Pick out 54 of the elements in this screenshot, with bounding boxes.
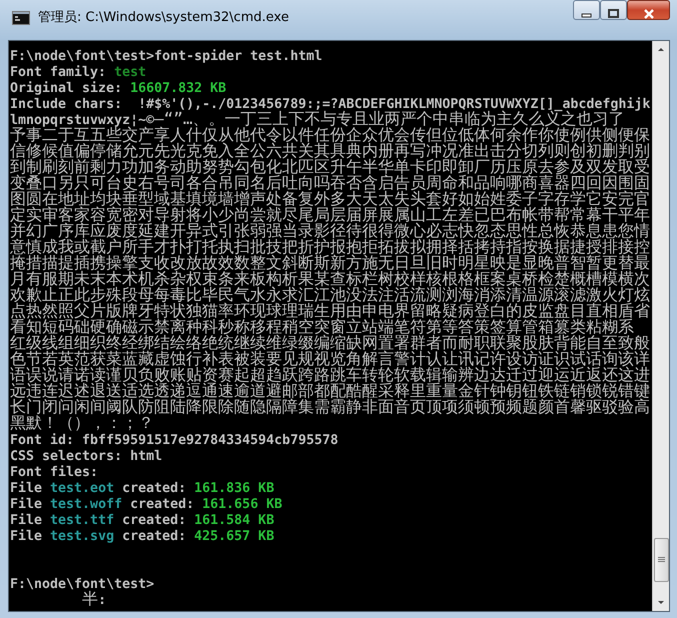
console-text: 到制刷刻前剩力功加务动助努势勾包化北匹区升午半华单卡印即卸厂历压原去参及双发取受 [10,161,650,176]
console-text: 定实审客家容宽密对导射将小少尚尝就尽尾局层届屏展属山工左差已巴布帐带帮常幕干平年 [10,209,650,224]
console-text: 半: [82,593,106,608]
console-text: 信修候值偏停储允元先光克免入全公六共关其具典内册再写冲况准出击分切列则创初删判别 [10,145,650,160]
console-text: 161.584 KB [194,513,274,528]
console-text: 远违连迟述退送适选透递逗通速逾道避邮部都配酷醒采释里重量金针钟钥钮铁链销锁锐错键 [10,385,650,400]
console-text: File [10,481,44,496]
console-text: lmnopqrstuvwxyz¦~©—“”…、。一丁三上下不与专且业两严个中串临为主久么义之也习了 [10,113,625,128]
scrollbar-thumb[interactable] [654,538,668,582]
window-title: 管理员: C:\Windows\system32\cmd.exe [38,9,289,27]
console-text: 色节若英范获菜蓝藏虚蚀行补表被装要见规视览角解言警计认让讯记许设访证识试话询该详 [10,353,650,368]
console-text: 长门闭问闲间阈队防阻陆降限除随隐隔障集需霸静非面音页顶项须顿预频题颜首馨驱驳验高 [10,401,650,416]
console-text: 看知短码础硬确磁示禁离种科秒称移程稍空突窗立站端笔符第等答策签算管箱篡类粘糊系 [10,321,634,336]
console-text: File [10,513,44,528]
console-text: 点热然照父片版牌牙特状独猫率环现球理瑞生用由申电界留略疑病登白的皮监盘目直相盾省 [10,305,650,320]
console-text: 425.657 KB [194,529,274,544]
maximize-icon [608,9,619,18]
terminal-icon [12,10,30,25]
console-text: test.eot [50,481,114,496]
console-text: 黑默！（），：；？ [10,417,154,432]
console-text: 161.836 KB [194,481,274,496]
close-button[interactable] [627,0,670,20]
console-text: Font id: fbff59591517e92784334594cb795578 [10,433,338,448]
console-text: 并幻广序库应废度延建开异式引张弱强当录影径待很得微心必志快忽态思性总恢恭息患您情 [10,225,650,240]
console-text: created: [121,529,188,544]
close-icon [642,8,654,19]
console-text: F:\node\font\test> [10,577,154,592]
console-text: 欢歉止正此步殊段母每毒比毕民气水永求汇江池没法注活流测浏海消添清温源滚滤激火灯炫 [10,289,650,304]
console-text: 161.656 KB [202,497,282,512]
console-text: test.ttf [50,513,114,528]
console-text: 予事二于互五些交产享人什仅从他代令以件任份企众优会传但位低体何余作你使例供侧便保 [10,129,650,144]
console-text: created: [121,513,188,528]
console-text: File [10,497,44,512]
grip-icon [658,557,664,563]
console-text: test.svg [50,529,114,544]
console-text: F:\node\font\test>font-spider test.html [10,49,322,64]
console-text: created: [129,497,196,512]
console-text: 变叠口另只可台史右号司各合吊同名后吐向吗吞否含启告员周命和品响哪商喜器四回因围固 [10,177,650,192]
console-text: created: [121,481,188,496]
console-text: 红级线组细织终经绑结绘络绝统继续维绿缀编缩缺网置署群者而耐职联聚股肤背能自至致般 [10,337,650,352]
console-text: 意慎成我或截户所手才扑打托执扫批技把折护报抱拒拓拔拟拥择括拷持指按换据捷授排接控 [10,241,650,256]
minimize-button[interactable] [573,0,600,20]
maximize-button[interactable] [600,0,627,20]
console-text: Font files: [10,465,98,480]
console-text: CSS selectors: html [10,449,162,464]
console-text: Original size: [10,81,124,96]
console-text: Font family: [10,65,108,80]
console-text: Include chars: !#$%'(),-./0123456789:;=?ABCDEFGHIKLMNOPQRSTUVWXYZ[]_abcdefghijk [10,97,650,112]
console-text: test [114,65,146,80]
console-text: 图圆在地址均块垂型域基填境墙增声处备复外多大天太失头套好如始姓委子字存学它安完官 [10,193,650,208]
console-text: 语误说请诺读谨贝负败账贴资赛起超趋跃跨路跳车转轮软载辑输辨边达迁过迎运近返还这进 [10,369,650,384]
console-text: test.woff [50,497,122,512]
console-text: File [10,529,44,544]
console-text: 16607.832 KB [130,81,226,96]
